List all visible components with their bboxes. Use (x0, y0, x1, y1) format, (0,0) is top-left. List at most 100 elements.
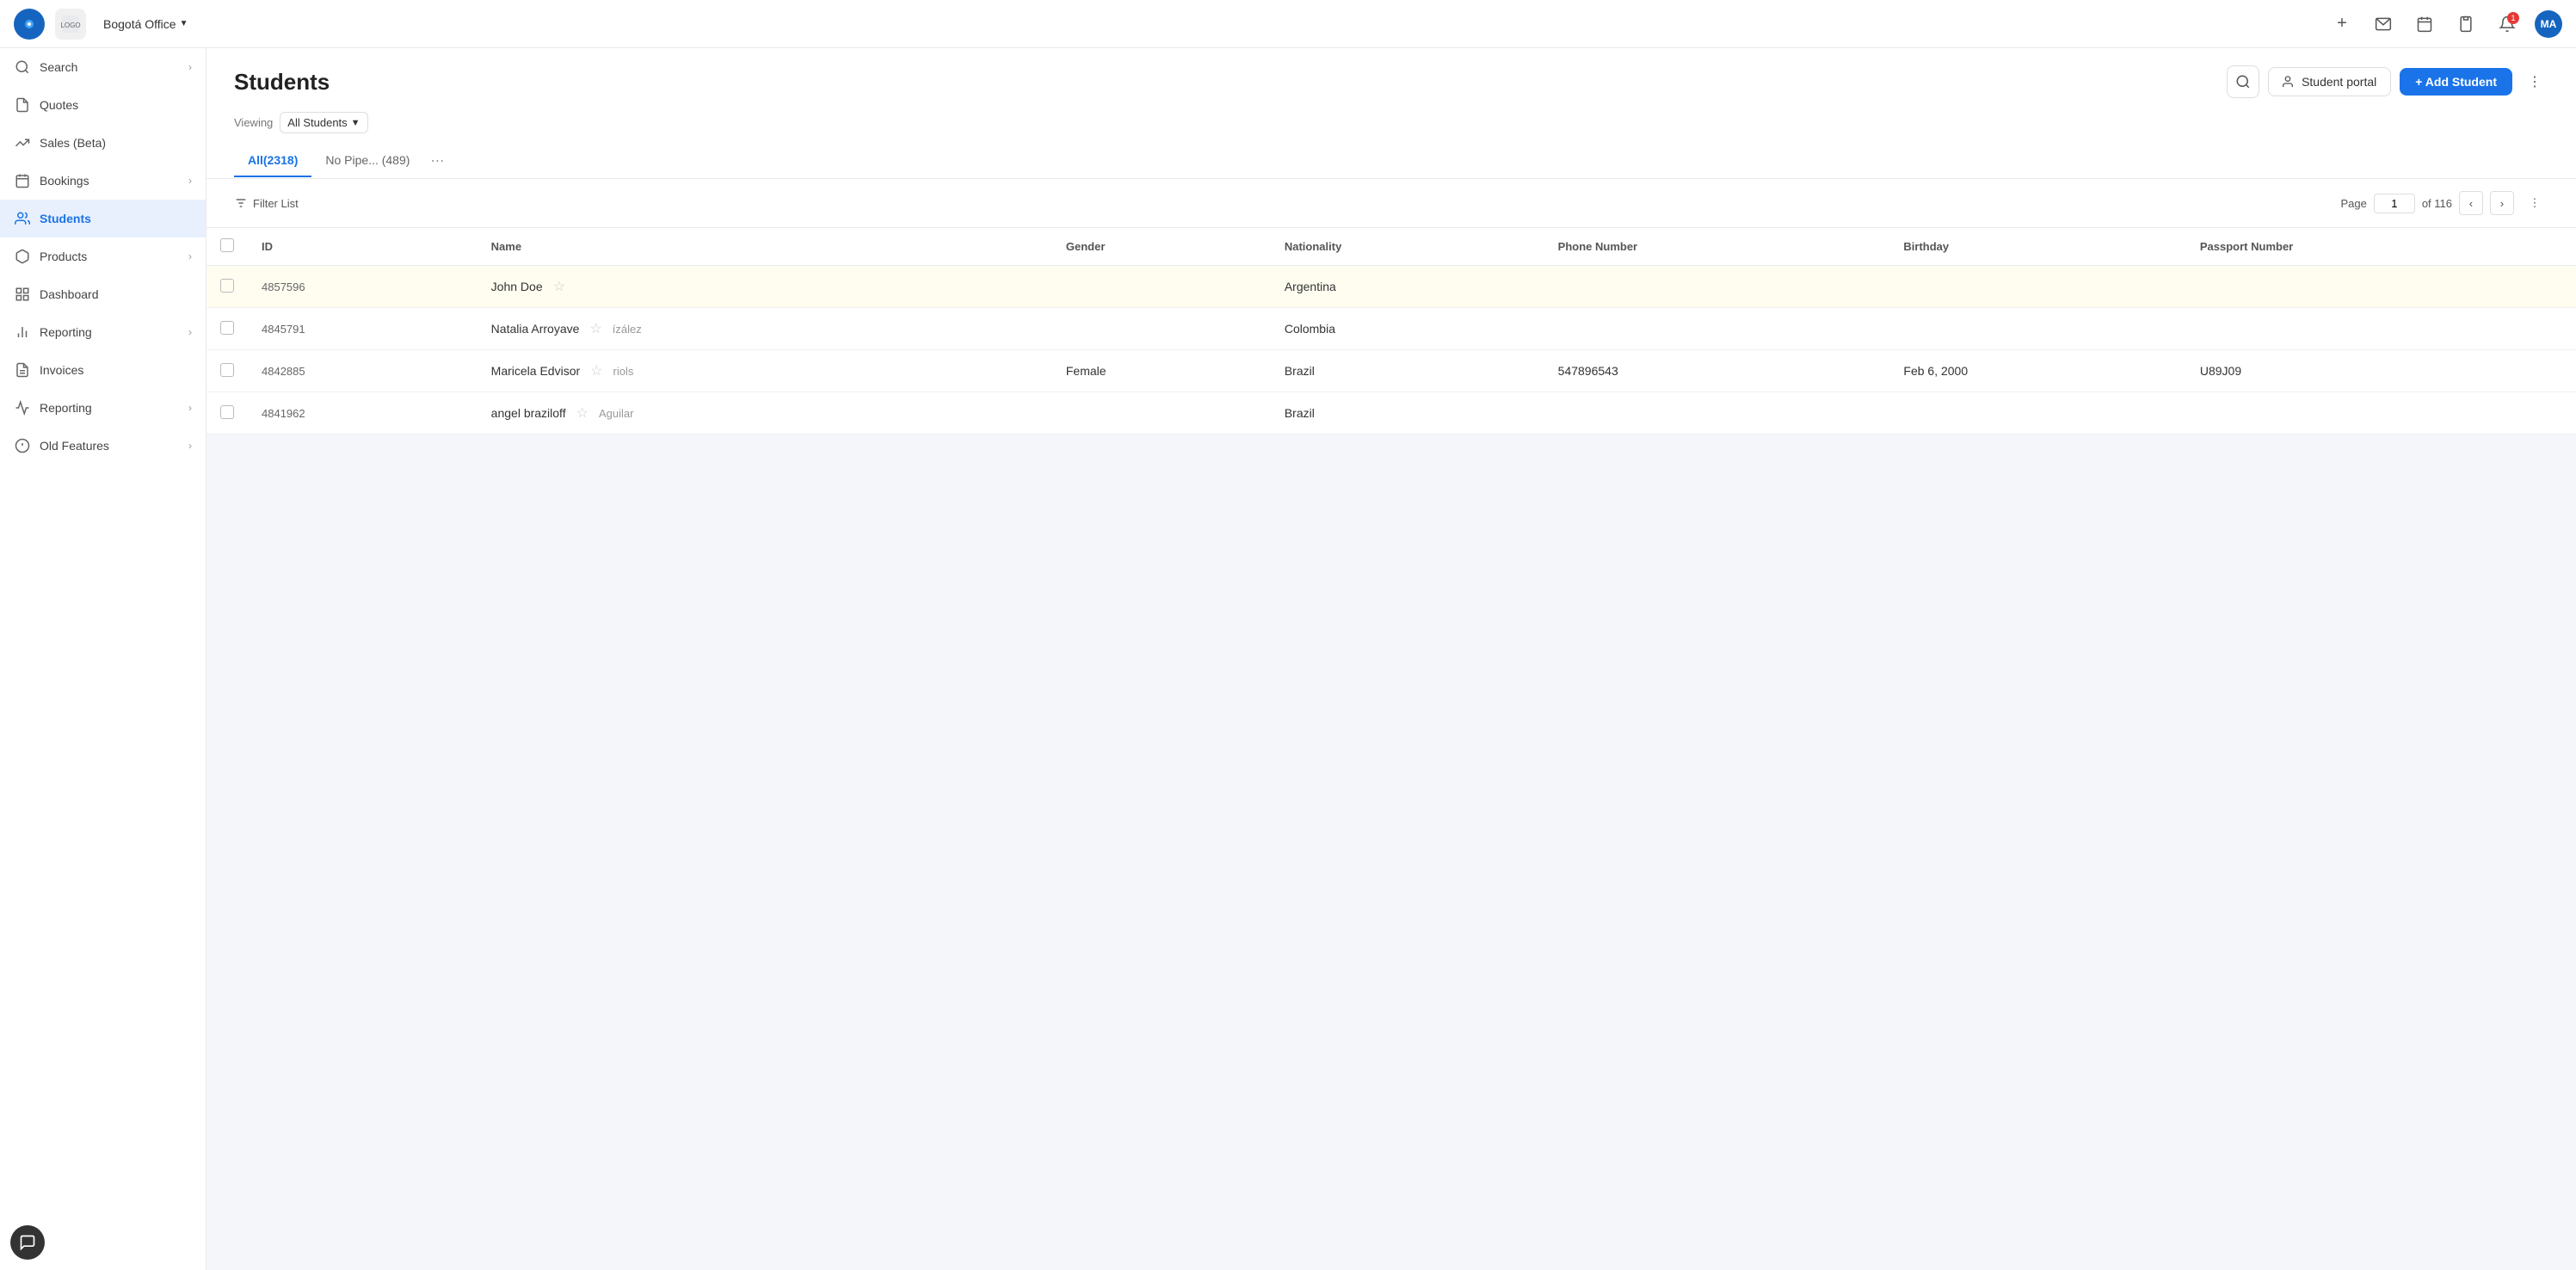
old-reporting-icon (14, 399, 31, 416)
student-portal-label: Student portal (2302, 75, 2376, 89)
row-phone (1544, 266, 1890, 308)
birthday-header: Birthday (1889, 228, 2185, 266)
row-name[interactable]: Natalia Arroyave ☆ ízález (478, 308, 1052, 349)
sidebar-item-old-features[interactable]: Old Features › (0, 427, 206, 465)
reporting-icon (14, 324, 31, 341)
sidebar-item-sales[interactable]: Sales (Beta) (0, 124, 206, 162)
sidebar-item-label: Dashboard (40, 287, 99, 301)
filter-list-label: Filter List (253, 197, 299, 210)
chevron-right-icon: › (188, 440, 192, 452)
calendar-button[interactable] (2411, 10, 2438, 38)
invoices-icon (14, 361, 31, 379)
student-portal-button[interactable]: Student portal (2268, 67, 2391, 96)
main-header: Students Student portal + Add Student ⋮ (206, 48, 2576, 179)
favorite-star[interactable]: ☆ (590, 362, 602, 379)
chevron-right-icon: › (188, 326, 192, 338)
row-name[interactable]: angel braziloff ☆ Aguilar (478, 392, 1052, 434)
row-checkbox[interactable] (206, 308, 248, 350)
app-logo[interactable] (14, 9, 45, 40)
search-button[interactable] (2227, 65, 2259, 98)
row-id: 4842885 (248, 350, 478, 392)
sidebar-item-label: Old Features (40, 439, 109, 453)
sidebar-item-products[interactable]: Products › (0, 237, 206, 275)
sidebar-item-search[interactable]: Search › (0, 48, 206, 86)
id-header: ID (248, 228, 478, 266)
table-more-button[interactable]: ⋮ (2521, 189, 2548, 217)
user-avatar[interactable]: MA (2535, 10, 2562, 38)
quotes-icon (14, 96, 31, 114)
sidebar-item-dashboard[interactable]: Dashboard (0, 275, 206, 313)
sidebar-item-bookings[interactable]: Bookings › (0, 162, 206, 200)
tab-more-button[interactable]: ⋯ (423, 144, 451, 178)
toolbar-row: Filter List Page of 116 ‹ › ⋮ (206, 179, 2576, 228)
prev-page-button[interactable]: ‹ (2459, 191, 2483, 215)
messages-button[interactable] (2370, 10, 2397, 38)
sidebar-item-quotes[interactable]: Quotes (0, 86, 206, 124)
row-birthday (1889, 308, 2185, 350)
row-birthday (1889, 392, 2185, 435)
next-page-button[interactable]: › (2490, 191, 2514, 215)
add-button[interactable]: + (2328, 10, 2356, 38)
favorite-star[interactable]: ☆ (553, 278, 565, 295)
phone-header: Phone Number (1544, 228, 1890, 266)
layout: Search › Quotes Sales (Beta) Bookings › (0, 48, 2576, 1270)
sidebar-item-students[interactable]: Students (0, 200, 206, 237)
topbar-actions: + 1 MA (2328, 10, 2562, 38)
sidebar-item-invoices[interactable]: Invoices (0, 351, 206, 389)
main-content: Students Student portal + Add Student ⋮ (206, 48, 2576, 1270)
sidebar-item-label: Reporting (40, 325, 92, 339)
page-number-input[interactable] (2374, 194, 2415, 213)
row-checkbox[interactable] (206, 392, 248, 435)
row-name[interactable]: Maricela Edvisor ☆ riols (478, 350, 1052, 391)
viewing-value: All Students (287, 116, 347, 129)
row-passport (2186, 308, 2576, 350)
row-checkbox[interactable] (206, 266, 248, 308)
page-label: Page (2340, 197, 2366, 210)
filter-list-button[interactable]: Filter List (234, 196, 299, 210)
row-checkbox[interactable] (206, 350, 248, 392)
title-row: Students Student portal + Add Student ⋮ (234, 65, 2548, 98)
tab-all[interactable]: All(2318) (234, 145, 311, 177)
topbar: LOGO Bogotá Office ▼ + 1 MA (0, 0, 2576, 48)
notifications-button[interactable]: 1 (2493, 10, 2521, 38)
chat-button[interactable] (10, 1225, 45, 1260)
name-header: Name (478, 228, 1052, 266)
add-student-button[interactable]: + Add Student (2400, 68, 2512, 96)
dashboard-icon (14, 286, 31, 303)
sidebar-bottom (0, 1215, 206, 1270)
passport-header: Passport Number (2186, 228, 2576, 266)
chevron-right-icon: › (188, 402, 192, 414)
add-student-label: + Add Student (2415, 75, 2497, 89)
office-name: Bogotá Office (103, 17, 176, 31)
table-row[interactable]: 4841962 angel braziloff ☆ Aguilar Brazil (206, 392, 2576, 435)
row-gender: Female (1052, 350, 1271, 392)
brand-logo: LOGO (55, 9, 86, 40)
office-selector[interactable]: Bogotá Office ▼ (96, 14, 194, 34)
bookings-icon (14, 172, 31, 189)
sidebar-item-label: Reporting (40, 401, 92, 415)
sidebar-item-reporting[interactable]: Reporting › (0, 313, 206, 351)
table-row[interactable]: 4842885 Maricela Edvisor ☆ riols Female … (206, 350, 2576, 392)
students-table: ID Name Gender Nationality Phone Number … (206, 228, 2576, 435)
table-row[interactable]: 4857596 John Doe ☆ Argentina (206, 266, 2576, 308)
viewing-select[interactable]: All Students ▼ (280, 112, 367, 133)
sidebar-item-label: Invoices (40, 363, 83, 377)
clipboard-button[interactable] (2452, 10, 2480, 38)
row-nationality: Brazil (1271, 350, 1544, 392)
row-gender (1052, 308, 1271, 350)
students-icon (14, 210, 31, 227)
checkbox-header[interactable] (206, 228, 248, 266)
sidebar-item-label: Bookings (40, 174, 89, 188)
row-phone (1544, 392, 1890, 435)
favorite-star[interactable]: ☆ (589, 320, 601, 337)
favorite-star[interactable]: ☆ (576, 404, 589, 422)
row-id: 4857596 (248, 266, 478, 308)
sidebar-item-label: Students (40, 212, 91, 225)
chevron-down-icon: ▼ (351, 118, 361, 128)
row-phone: 547896543 (1544, 350, 1890, 392)
row-name[interactable]: John Doe ☆ (478, 266, 1052, 307)
tab-nopipe[interactable]: No Pipe... (489) (311, 145, 423, 177)
sidebar-item-old-reporting[interactable]: Reporting › (0, 389, 206, 427)
more-options-button[interactable]: ⋮ (2521, 68, 2548, 96)
table-row[interactable]: 4845791 Natalia Arroyave ☆ ízález Colomb… (206, 308, 2576, 350)
